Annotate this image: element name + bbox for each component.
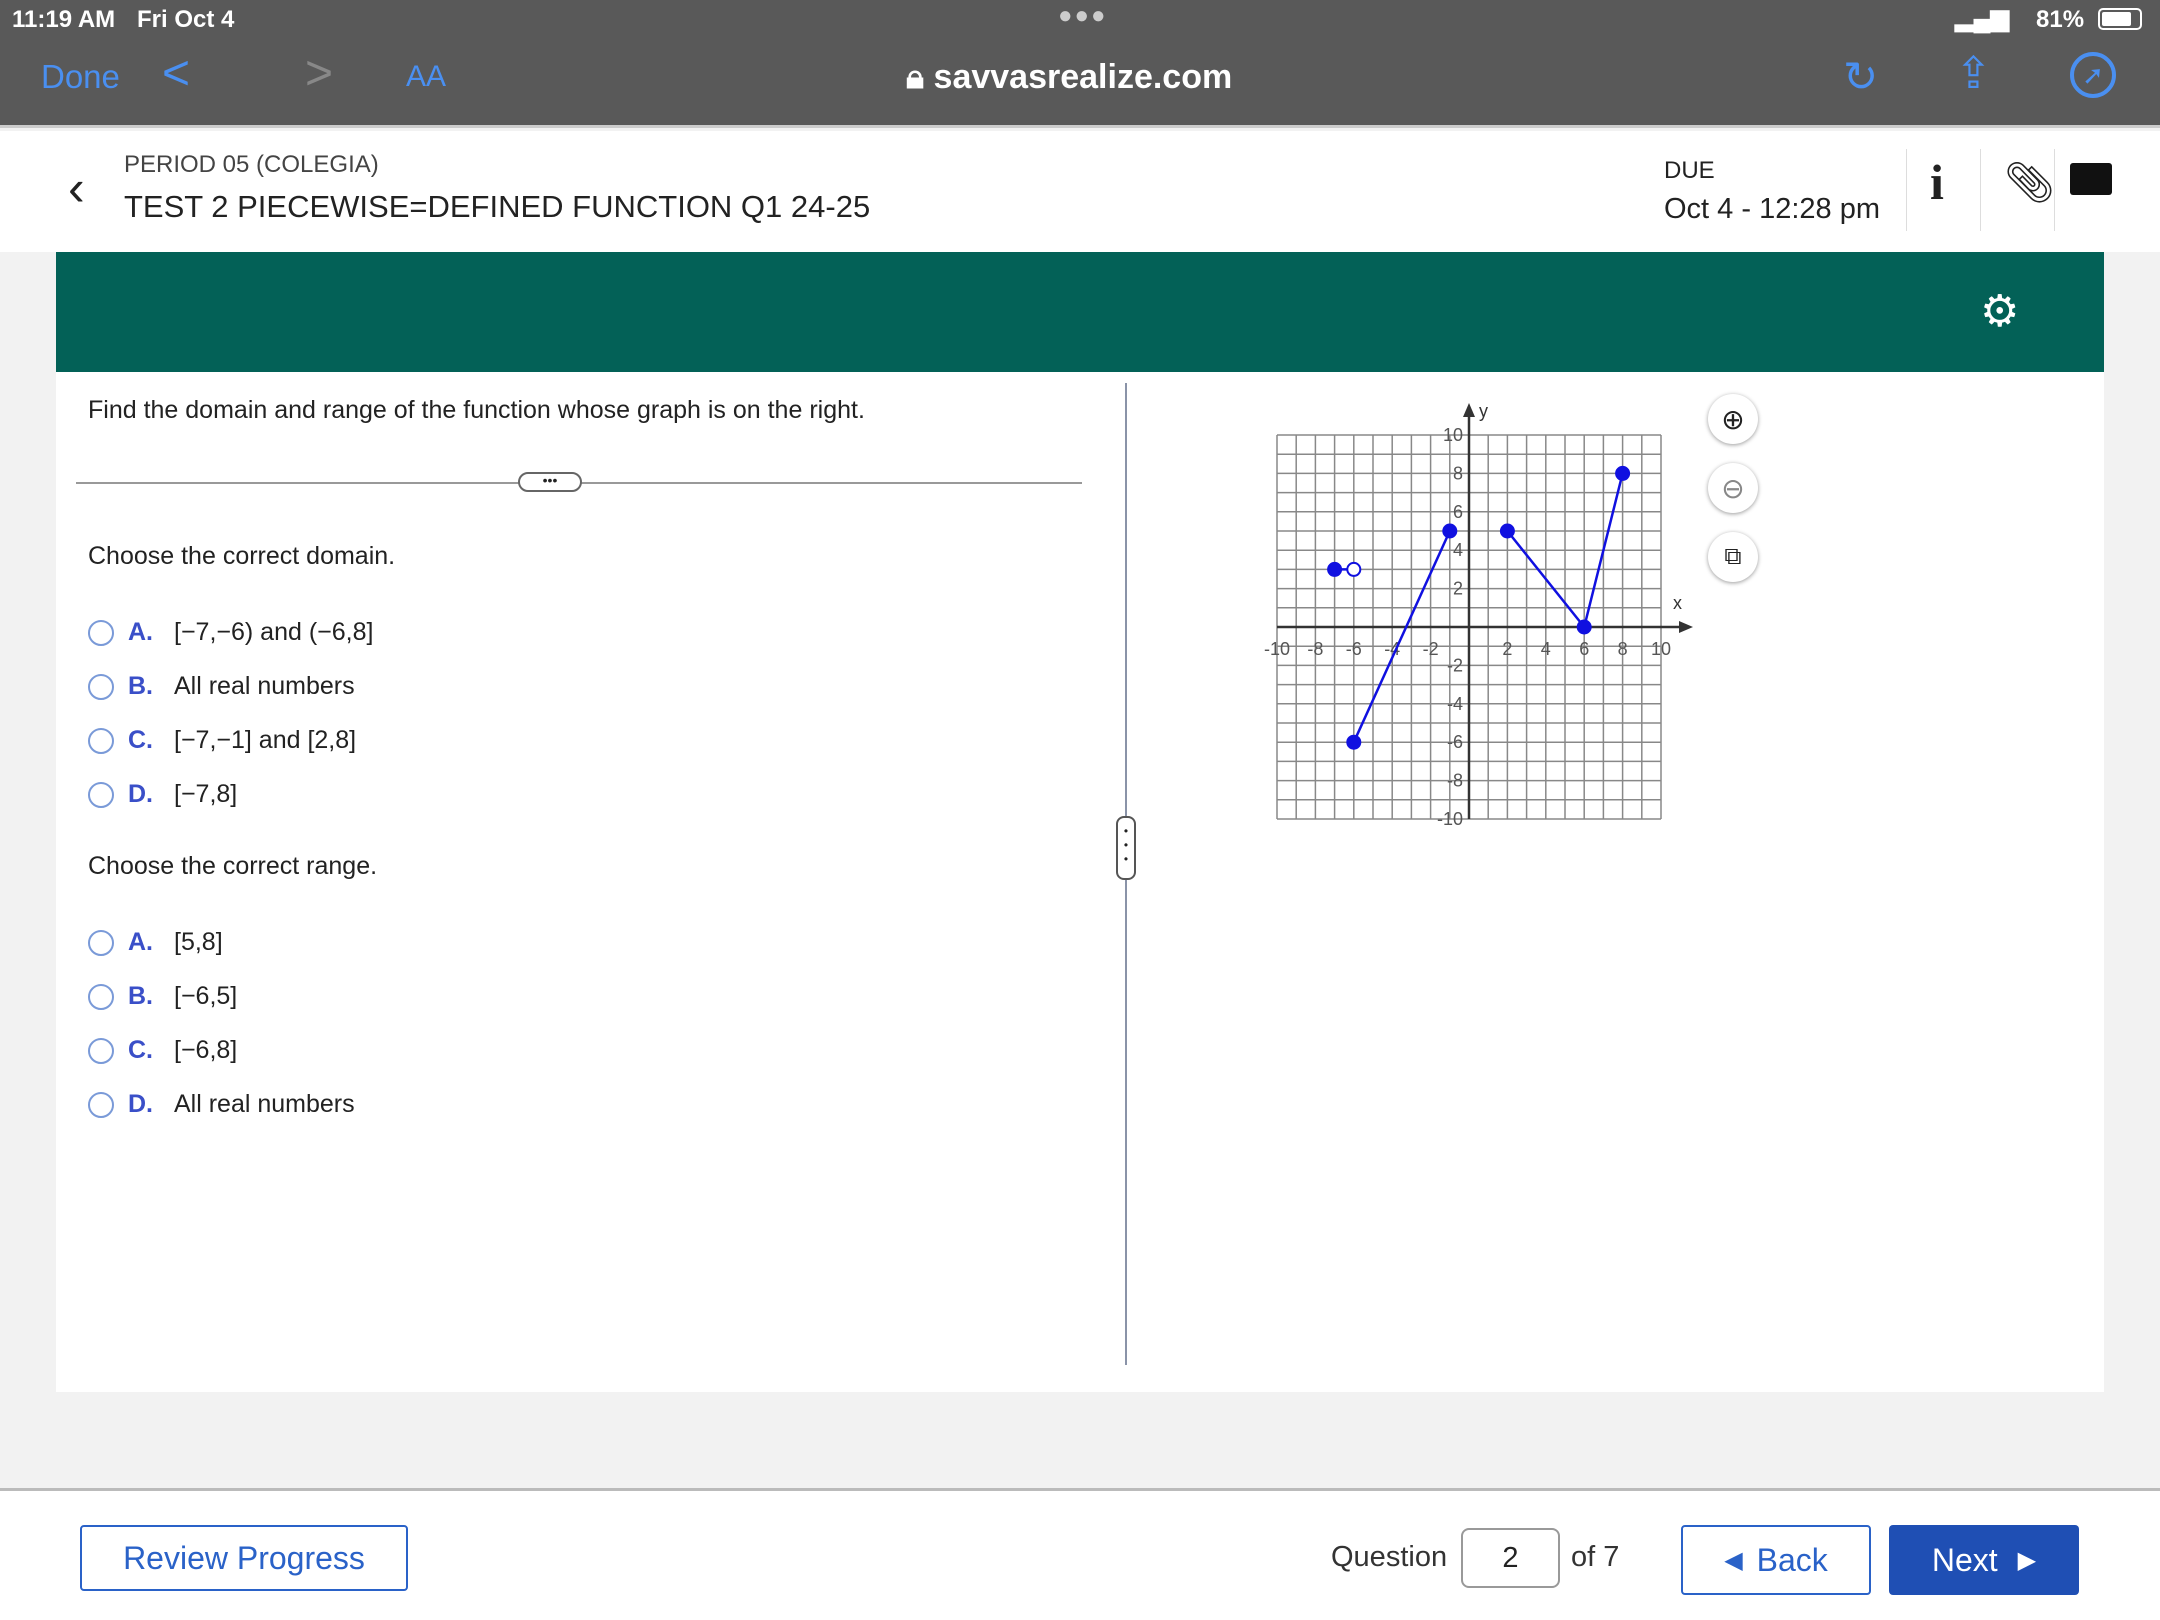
- review-progress-button[interactable]: Review Progress: [80, 1525, 408, 1591]
- zoom-in-icon[interactable]: ⊕: [1708, 394, 1758, 444]
- question-total: of 7: [1571, 1541, 1620, 1573]
- assignment-header: ‹ PERIOD 05 (COLEGIA) TEST 2 PIECEWISE=D…: [0, 131, 2160, 252]
- domain-option-b[interactable]: B. All real numbers: [88, 672, 355, 701]
- x-tick-label: -10: [1264, 639, 1290, 659]
- comment-icon[interactable]: [2070, 163, 2112, 195]
- lock-icon: 🔒︎: [906, 58, 925, 96]
- status-bar: 11:19 AM Fri Oct 4 ●●● ▂▄▆ 81%: [0, 0, 2160, 38]
- next-button[interactable]: Next ▶: [1889, 1525, 2079, 1595]
- range-option-b[interactable]: B. [−6,5]: [88, 982, 237, 1011]
- y-tick-label: 6: [1453, 502, 1463, 522]
- reload-icon[interactable]: ↻: [1843, 52, 1878, 101]
- settings-gear-icon[interactable]: ⚙: [1980, 286, 2019, 337]
- text-size-button[interactable]: AA: [406, 60, 446, 94]
- question-prompt: Find the domain and range of the functio…: [88, 396, 865, 424]
- range-heading: Choose the correct range.: [88, 852, 378, 880]
- range-option-d[interactable]: D. All real numbers: [88, 1090, 355, 1119]
- due-label: DUE: [1664, 157, 1715, 184]
- y-axis-label: y: [1479, 401, 1488, 421]
- y-tick-label: 2: [1453, 579, 1463, 599]
- radio-button[interactable]: [88, 727, 114, 754]
- closed-point: [1327, 561, 1343, 577]
- x-tick-label: 6: [1579, 639, 1589, 659]
- compass-icon[interactable]: ➚: [2070, 52, 2116, 98]
- more-icon: ●●●: [1058, 2, 1108, 29]
- x-tick-label: 10: [1651, 639, 1671, 659]
- closed-point: [1615, 465, 1631, 481]
- closed-point: [1346, 734, 1362, 750]
- forward-chevron-icon[interactable]: >: [305, 46, 333, 101]
- function-graph: xy-10 -8 -6 -4 -2 2 4 6 8 10108642-2-4-6-8-10: [1264, 401, 1693, 829]
- y-tick-label: -2: [1447, 655, 1463, 675]
- resize-handle[interactable]: • • •: [1116, 816, 1136, 880]
- signal-icon: ▂▄▆: [1955, 5, 2009, 32]
- radio-button[interactable]: [88, 1037, 114, 1064]
- radio-button[interactable]: [88, 781, 114, 808]
- radio-button[interactable]: [88, 1091, 114, 1118]
- info-icon[interactable]: i: [1930, 153, 1944, 211]
- x-tick-label: 8: [1618, 639, 1628, 659]
- back-chevron-icon[interactable]: <: [162, 46, 190, 101]
- external-link-icon[interactable]: ⧉: [1708, 532, 1758, 582]
- y-tick-label: -10: [1437, 809, 1463, 829]
- back-arrow-icon[interactable]: ‹: [68, 159, 85, 217]
- y-tick-label: -8: [1447, 771, 1463, 791]
- back-button[interactable]: ◀ Back: [1681, 1525, 1871, 1595]
- x-tick-label: -8: [1307, 639, 1323, 659]
- due-date: Oct 4 - 12:28 pm: [1664, 193, 1880, 225]
- x-axis-arrow: [1679, 621, 1693, 633]
- x-axis-label: x: [1673, 593, 1682, 613]
- time: 11:19 AM: [12, 6, 116, 33]
- x-tick-label: -6: [1346, 639, 1362, 659]
- x-tick-label: -2: [1423, 639, 1439, 659]
- y-tick-label: -4: [1447, 694, 1463, 714]
- radio-button[interactable]: [88, 983, 114, 1010]
- y-tick-label: 4: [1453, 540, 1463, 560]
- x-tick-label: 2: [1502, 639, 1512, 659]
- function-segment: [1352, 530, 1451, 743]
- expand-button[interactable]: •••: [518, 472, 582, 492]
- range-option-a[interactable]: A. [5,8]: [88, 928, 223, 957]
- url-text: savvasrealize.com: [933, 58, 1233, 96]
- closed-point: [1442, 523, 1458, 539]
- question-label: Question: [1331, 1541, 1448, 1573]
- domain-heading: Choose the correct domain.: [88, 542, 396, 570]
- share-icon[interactable]: ⇪: [1955, 48, 1992, 99]
- domain-option-c[interactable]: C. [−7,−1] and [2,8]: [88, 726, 356, 755]
- browser-toolbar: Done < > AA 🔒︎ savvasrealize.com ↻ ⇪ ➚: [0, 38, 2160, 128]
- radio-button[interactable]: [88, 673, 114, 700]
- date: Fri Oct 4: [137, 6, 235, 33]
- x-tick-label: 4: [1541, 639, 1551, 659]
- zoom-out-icon[interactable]: ⊖: [1708, 463, 1758, 513]
- class-name: PERIOD 05 (COLEGIA): [124, 151, 379, 178]
- domain-option-a[interactable]: A. [−7,−6) and (−6,8]: [88, 618, 373, 647]
- open-point: [1346, 561, 1362, 577]
- paperclip-icon[interactable]: 📎︎: [2004, 159, 2055, 206]
- caret-left-icon: ◀: [1724, 1546, 1743, 1574]
- footer-bar: Review Progress Question 2 of 7 ◀ Back Ne…: [0, 1488, 2160, 1620]
- caret-right-icon: ▶: [2017, 1546, 2037, 1574]
- y-tick-label: 8: [1453, 463, 1463, 483]
- done-button[interactable]: Done: [41, 58, 120, 96]
- y-axis-arrow: [1463, 403, 1475, 417]
- url-bar[interactable]: 🔒︎ savvasrealize.com: [906, 58, 1232, 97]
- question-panel: Find the domain and range of the functio…: [56, 372, 2104, 1392]
- range-option-c[interactable]: C. [−6,8]: [88, 1036, 237, 1065]
- battery-icon: [2098, 8, 2142, 30]
- closed-point: [1499, 523, 1515, 539]
- closed-point: [1576, 619, 1592, 635]
- y-tick-label: -6: [1447, 732, 1463, 752]
- y-tick-label: 10: [1443, 425, 1463, 445]
- radio-button[interactable]: [88, 619, 114, 646]
- battery-percent: 81%: [2036, 6, 2085, 33]
- domain-option-d[interactable]: D. [−7,8]: [88, 780, 237, 809]
- radio-button[interactable]: [88, 929, 114, 956]
- assignment-title: TEST 2 PIECEWISE=DEFINED FUNCTION Q1 24-…: [124, 189, 871, 224]
- toolbar-banner: ⚙: [56, 252, 2104, 372]
- question-number-input[interactable]: 2: [1461, 1528, 1560, 1588]
